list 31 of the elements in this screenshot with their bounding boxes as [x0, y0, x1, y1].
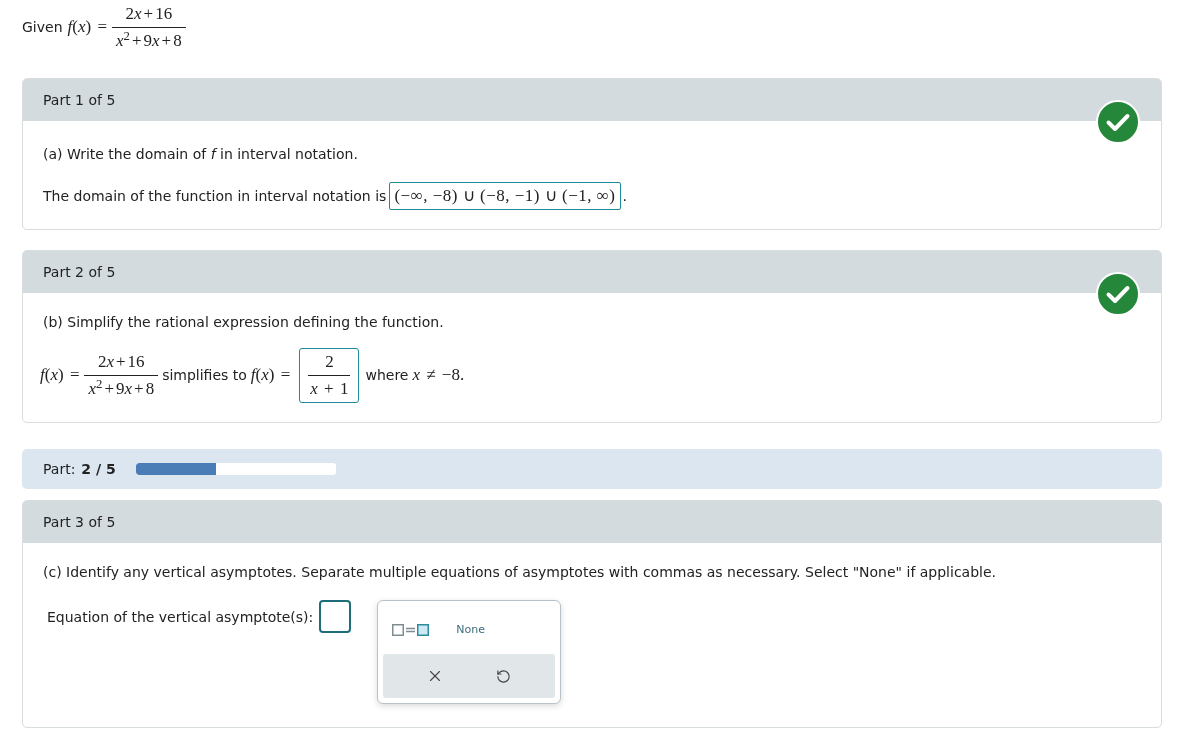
math-expression: f(x) =	[67, 17, 108, 36]
none-button[interactable]: None	[456, 622, 485, 639]
fraction-numerator: 2x+16	[96, 352, 146, 373]
equation-text: where	[365, 366, 409, 385]
progress-value: 2 / 5	[81, 459, 116, 479]
progress-label: Part:	[43, 459, 76, 479]
equation-text: simplifies to	[162, 366, 247, 385]
fraction-denominator: x$^{2}$+9x+8	[84, 375, 159, 399]
fraction-numerator: 2x+16	[124, 4, 174, 25]
punctuation-text: .	[622, 186, 627, 206]
answer-field[interactable]: 2 x + 1	[299, 348, 360, 403]
answer-label: The domain of the function in interval notation is	[43, 186, 387, 206]
math-expression: x ≠ −8.	[412, 365, 465, 384]
fraction-denominator: x$^{2}$+9x+8	[112, 27, 186, 51]
part-title: Part 3 of 5	[43, 512, 116, 532]
fraction-denominator: x + 1	[308, 375, 351, 399]
question-text: (c) Identify any vertical asymptotes. Separate multiple equations of asymptotes with commas as necessary. Select "None" if applicable.	[43, 563, 997, 582]
math-expression: f(x) =	[40, 365, 81, 384]
equation-template-button[interactable]	[392, 623, 430, 638]
math-expression: f(x) =	[250, 365, 292, 384]
question-text: (a) Write the domain of f in interval notation.	[43, 145, 359, 164]
part-title: Part 1 of 5	[43, 90, 116, 110]
given-label: Given	[22, 18, 63, 37]
box-equals-box-icon	[392, 623, 430, 638]
undo-icon	[495, 668, 511, 684]
part-title: Part 2 of 5	[43, 262, 116, 282]
answer-label: Equation of the vertical asymptote(s):	[47, 608, 314, 627]
answer-field[interactable]	[319, 600, 352, 633]
fraction-numerator: 2	[324, 352, 335, 373]
answer-field[interactable]: (−∞, −8) ∪ (−8, −1) ∪ (−1, ∞)	[389, 182, 621, 210]
question-text: (b) Simplify the rational expression defining the function.	[43, 313, 445, 332]
